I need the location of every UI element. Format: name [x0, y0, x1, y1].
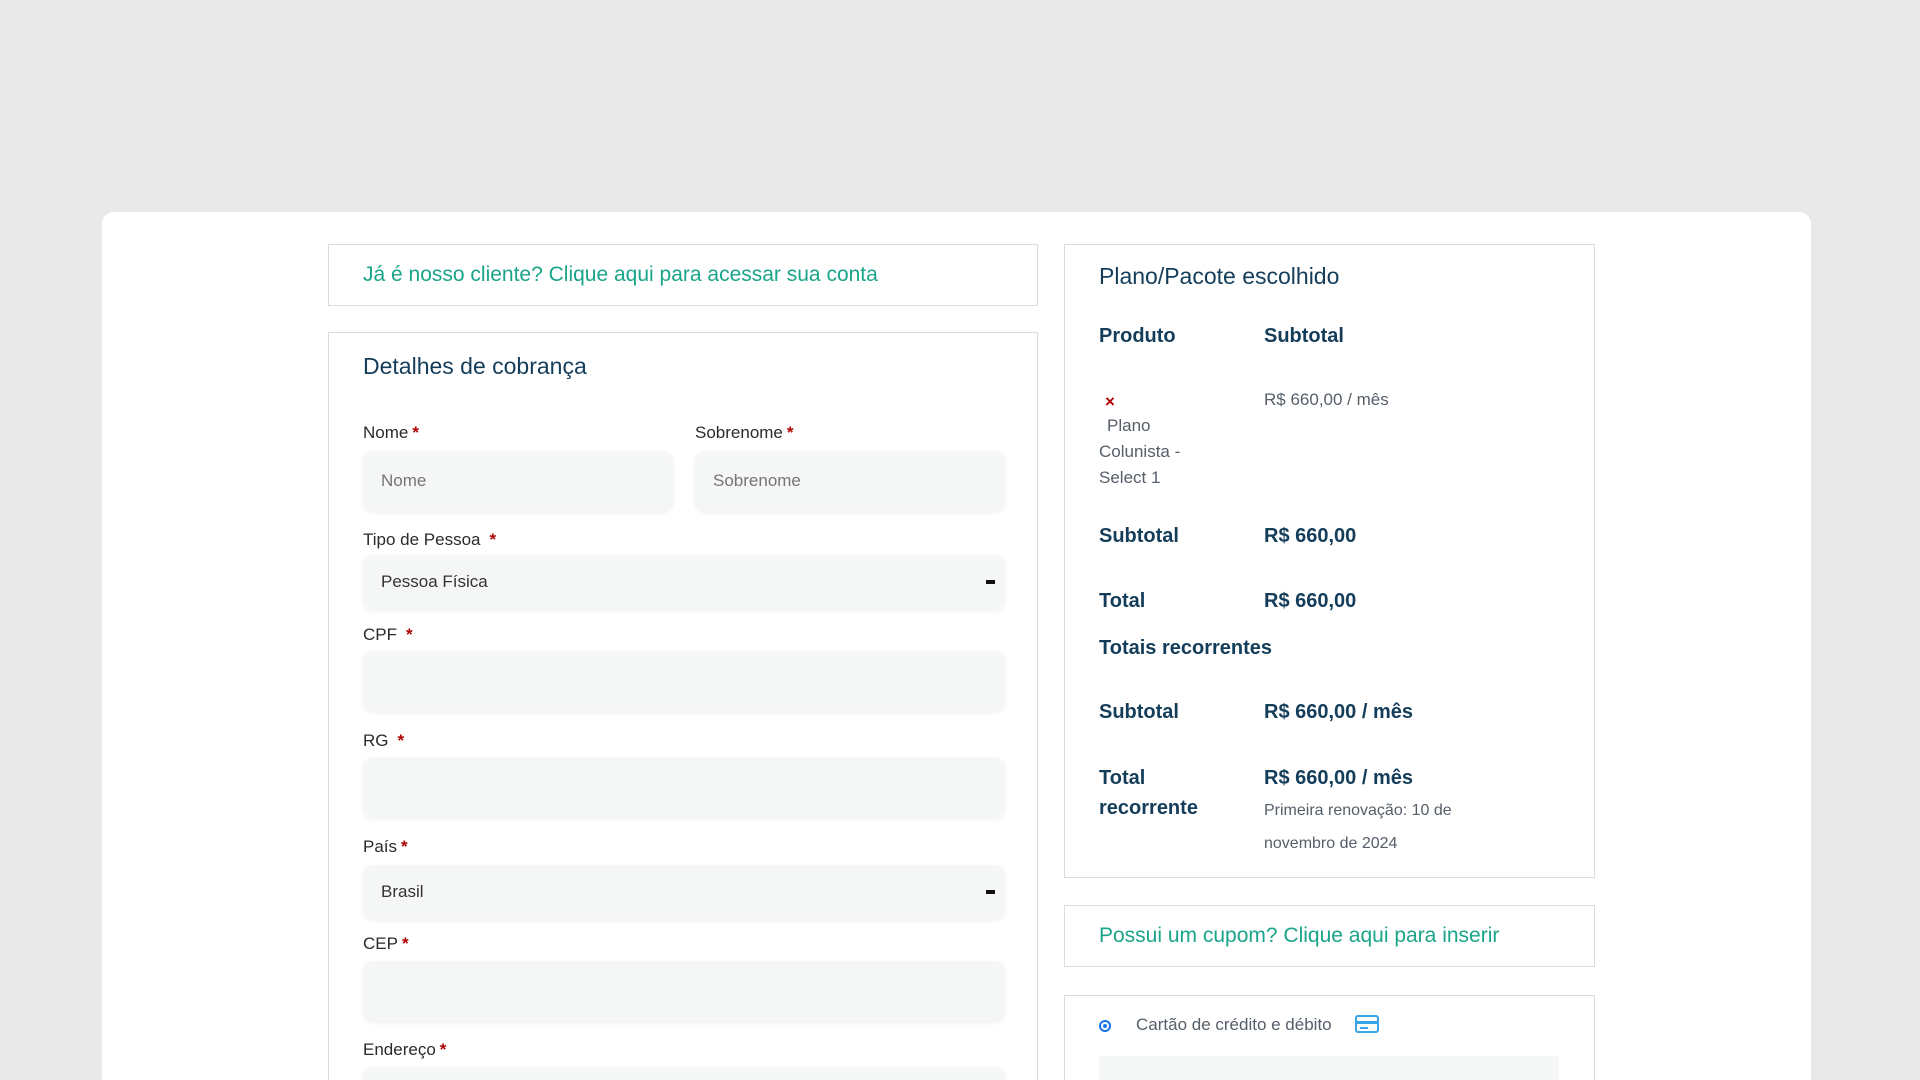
pais-label: País * [363, 837, 408, 856]
renewal-note-line2: novembro de 2024 [1264, 835, 1398, 852]
payment-methods: Cartão de crédito e débito [1064, 995, 1595, 1080]
nome-input[interactable] [363, 451, 673, 511]
subtotal-label: Subtotal [1099, 525, 1179, 547]
endereco-label: Endereço * [363, 1040, 447, 1059]
checkout-card: Já é nosso cliente? Clique aqui para ace… [102, 212, 1811, 1080]
payment-radio[interactable] [1099, 1020, 1111, 1032]
recurring-totals-title: Totais recorrentes [1099, 637, 1273, 659]
cpf-label: CPF * [363, 625, 413, 644]
recurring-total-value: R$ 660,00 / mês [1264, 767, 1413, 789]
coupon-link[interactable]: Possui um cupom? Clique aqui para inseri… [1099, 906, 1499, 966]
col-product-header: Produto [1099, 325, 1176, 347]
cep-input[interactable] [363, 961, 1005, 1021]
item-name-line3: Select 1 [1099, 468, 1161, 487]
recurring-subtotal-value: R$ 660,00 / mês [1264, 701, 1413, 723]
tipo-pessoa-select[interactable]: Pessoa Física [363, 555, 1005, 609]
rg-input[interactable] [363, 757, 1005, 817]
credit-card-icon [1355, 1015, 1379, 1033]
nome-label: Nome * [363, 423, 419, 442]
billing-details-section: Detalhes de cobrança Nome* Sobrenome* Ti… [328, 332, 1038, 1080]
endereco-input[interactable] [363, 1067, 1005, 1080]
col-subtotal-header: Subtotal [1264, 325, 1344, 347]
payment-field[interactable] [1099, 1056, 1559, 1080]
renewal-note-line1: Primeira renovação: 10 de [1264, 802, 1452, 819]
cpf-input[interactable] [363, 651, 1005, 711]
tipo-pessoa-label: Tipo de Pessoa * [363, 530, 497, 549]
chevron-down-icon [986, 580, 995, 584]
order-summary: Plano/Pacote escolhido Produto Subtotal … [1064, 244, 1595, 878]
item-name-line2: Colunista - [1099, 442, 1181, 461]
rg-label: RG * [363, 731, 405, 750]
remove-item-icon[interactable]: × [1105, 392, 1115, 412]
recurring-total-label-line1: Total [1099, 767, 1146, 789]
item-price: R$ 660,00 / mês [1264, 390, 1389, 409]
subtotal-value: R$ 660,00 [1264, 525, 1357, 547]
login-prompt-box: Já é nosso cliente? Clique aqui para ace… [328, 244, 1038, 306]
order-title: Plano/Pacote escolhido [1099, 263, 1340, 289]
pais-select[interactable]: Brasil [363, 865, 1005, 919]
coupon-prompt-box: Possui um cupom? Clique aqui para inseri… [1064, 905, 1595, 967]
chevron-down-icon [986, 890, 995, 894]
sobrenome-label: Sobrenome * [695, 423, 794, 442]
billing-title: Detalhes de cobrança [363, 353, 587, 379]
recurring-total-label-line2: recorrente [1099, 797, 1198, 819]
item-name-line1: Plano [1107, 416, 1151, 435]
total-label: Total [1099, 590, 1146, 612]
total-value: R$ 660,00 [1264, 590, 1357, 612]
recurring-subtotal-label: Subtotal [1099, 701, 1179, 723]
payment-method-label[interactable]: Cartão de crédito e débito [1136, 1015, 1332, 1035]
login-link[interactable]: Já é nosso cliente? Clique aqui para ace… [363, 245, 878, 305]
sobrenome-input[interactable] [695, 451, 1005, 511]
cep-label: CEP * [363, 934, 409, 953]
